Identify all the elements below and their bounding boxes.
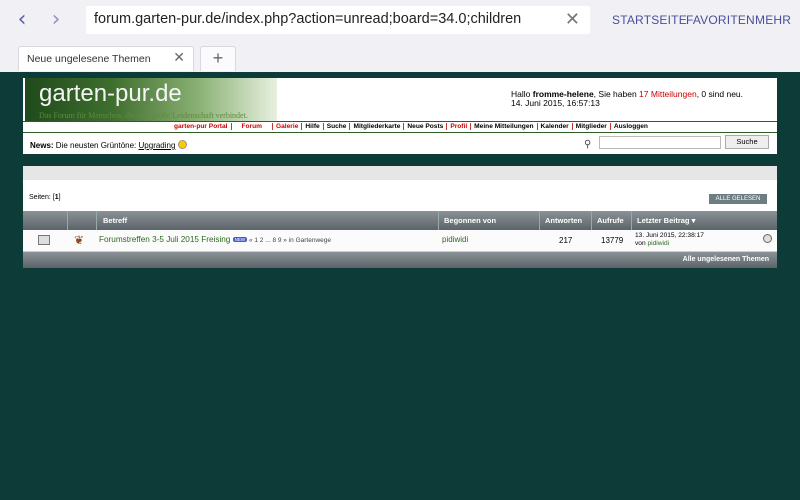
topic-title[interactable]: Forumstreffen 3-5 Juli 2015 Freising xyxy=(99,235,230,244)
nav-forum[interactable]: Forum xyxy=(230,123,273,130)
table-row: ❦ Forumstreffen 3-5 Juli 2015 Freising N… xyxy=(23,230,777,252)
column-last-post[interactable]: Letzter Beitrag ▾ xyxy=(637,216,695,225)
search-icon[interactable]: ⚲ xyxy=(584,139,591,150)
site-tagline: Das Forum für Menschen, die eine große L… xyxy=(39,111,248,120)
url-text[interactable]: forum.garten-pur.de/index.php?action=unr… xyxy=(94,11,521,27)
new-badge[interactable]: NEW xyxy=(232,237,248,242)
news-link[interactable]: Upgrading xyxy=(139,141,176,150)
nav-suche[interactable]: Suche xyxy=(322,123,350,130)
topic-cell: Forumstreffen 3-5 Juli 2015 Freising NEW… xyxy=(99,235,331,244)
nav-galerie[interactable]: Galerie xyxy=(272,123,301,130)
mark-all-read-button[interactable]: ALLE GELESEN xyxy=(709,194,767,204)
news-text: Die neusten Grüntöne: xyxy=(53,141,139,150)
current-datetime: 14. Juni 2015, 16:57:13 xyxy=(511,98,600,108)
smiley-icon xyxy=(177,140,187,149)
nav-mitteilungen[interactable]: Meine Mitteilungen xyxy=(470,123,536,130)
panel-strip xyxy=(23,166,777,180)
last-post-user[interactable]: pidiwidi xyxy=(647,240,669,247)
reply-count: 217 xyxy=(559,236,573,245)
topic-status-icon xyxy=(38,235,50,245)
nav-hilfe[interactable]: Hilfe xyxy=(301,123,322,130)
column-views[interactable]: Aufrufe xyxy=(597,216,624,225)
divider xyxy=(23,121,777,122)
nav-portal[interactable]: garten-pur Portal xyxy=(171,123,231,130)
topic-pages[interactable]: « 1 2 ... 8 9 » xyxy=(247,237,287,244)
news-label: News: xyxy=(30,141,54,150)
tab-close-icon[interactable]: ✕ xyxy=(173,50,185,66)
butterfly-icon: ❦ xyxy=(74,233,85,247)
unread-topics-panel: Seiten: [1] ALLE GELESEN Betreff Begonne… xyxy=(23,166,777,268)
last-post-by-label: von xyxy=(635,240,648,247)
messages-link[interactable]: 17 Mitteilungen xyxy=(639,89,697,99)
last-post-label: Letzter Beitrag xyxy=(637,216,690,225)
view-count: 13779 xyxy=(601,236,624,245)
table-footer: Alle ungelesenen Themen xyxy=(23,252,777,268)
nav-neue-posts[interactable]: Neue Posts xyxy=(403,123,446,130)
last-post-icon[interactable] xyxy=(763,234,772,243)
user-greeting: Hallo fromme-helene, Sie haben 17 Mittei… xyxy=(511,90,743,108)
nav-mitgliederkarte[interactable]: Mitgliederkarte xyxy=(349,123,403,130)
table-header: Betreff Begonnen von Antworten Aufrufe L… xyxy=(23,211,777,230)
topic-starter[interactable]: pidiwidi xyxy=(442,235,468,244)
pages-label: Seiten: [ xyxy=(29,194,55,201)
pagination: Seiten: [1] xyxy=(29,194,61,201)
last-post-cell: 13. Juni 2015, 22:38:17 von pidiwidi xyxy=(635,232,704,248)
menu-mehr[interactable]: MEHR xyxy=(755,13,791,27)
tab-label: Neue ungelesene Themen xyxy=(27,53,151,65)
url-bar[interactable]: forum.garten-pur.de/index.php?action=unr… xyxy=(86,6,590,34)
site-title: garten-pur.de xyxy=(39,80,182,107)
column-started-by[interactable]: Begonnen von xyxy=(444,216,496,225)
nav-profil[interactable]: Profil xyxy=(446,123,470,130)
sort-icon: ▾ xyxy=(691,216,696,225)
browser-chrome: ‹ › forum.garten-pur.de/index.php?action… xyxy=(0,0,800,72)
news-line: News: Die neusten Grüntöne: Upgrading xyxy=(30,140,187,150)
new-tab-button[interactable]: + xyxy=(200,46,236,71)
greeting-suffix: , 0 sind neu. xyxy=(696,89,744,99)
nav-ausloggen[interactable]: Ausloggen xyxy=(609,123,651,130)
column-subject[interactable]: Betreff xyxy=(103,216,127,225)
all-unread-link[interactable]: Alle ungelesenen Themen xyxy=(683,256,769,263)
pages-end: ] xyxy=(58,194,61,201)
site-banner[interactable]: garten-pur.de Das Forum für Menschen, di… xyxy=(25,78,277,122)
forum-header: garten-pur.de Das Forum für Menschen, di… xyxy=(23,78,777,154)
greeting-mid: , Sie haben xyxy=(593,89,640,99)
clear-icon[interactable]: ✕ xyxy=(565,9,580,30)
tab-active[interactable]: Neue ungelesene Themen ✕ xyxy=(18,46,194,71)
search-button[interactable]: Suche xyxy=(725,135,769,149)
topic-board[interactable]: in Gartenwege xyxy=(287,237,331,244)
column-replies[interactable]: Antworten xyxy=(545,216,582,225)
menu-favoriten[interactable]: FAVORITEN xyxy=(686,13,755,27)
menu-startseite[interactable]: STARTSEITE xyxy=(612,13,687,27)
back-icon[interactable]: ‹ xyxy=(10,8,34,32)
forum-nav: garten-pur Portal Forum Galerie Hilfe Suche M… xyxy=(171,123,651,132)
nav-mitglieder[interactable]: Mitglieder xyxy=(571,123,610,130)
search-input[interactable] xyxy=(599,136,721,149)
nav-kalender[interactable]: Kalender xyxy=(536,123,572,130)
divider xyxy=(23,132,777,133)
last-post-date: 13. Juni 2015, 22:38:17 xyxy=(635,232,704,239)
forward-icon[interactable]: › xyxy=(44,8,68,32)
